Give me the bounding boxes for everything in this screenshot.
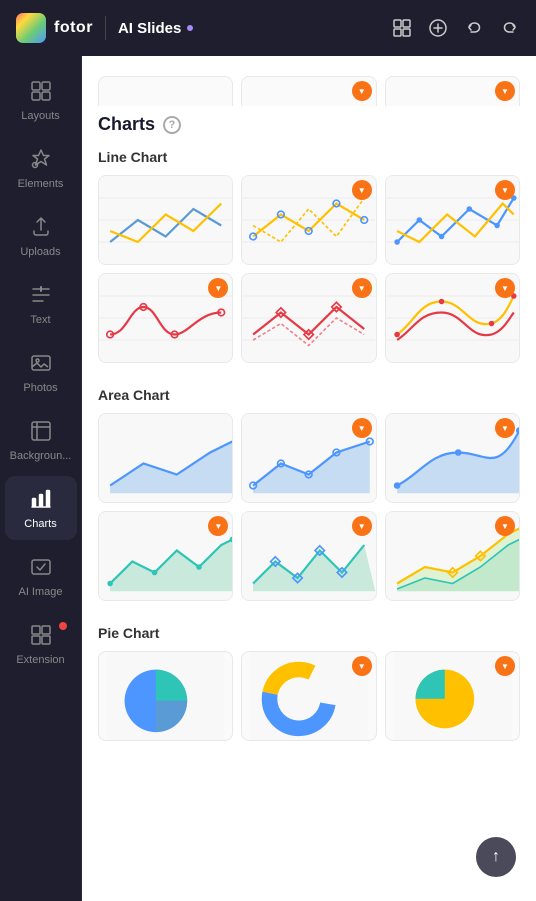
sidebar-item-elements[interactable]: Elements — [5, 136, 77, 200]
app-logo: fotor — [16, 13, 93, 43]
fotor-logo-icon — [16, 13, 46, 43]
favorite-btn-ac5[interactable] — [352, 516, 372, 536]
area-chart-section: Area Chart — [98, 387, 520, 601]
ai-image-label: AI Image — [18, 586, 62, 598]
area-chart-title: Area Chart — [98, 387, 520, 403]
topbar-actions — [392, 18, 520, 38]
chart-card-pc3[interactable] — [385, 651, 520, 741]
line-chart-row-1 — [98, 175, 520, 265]
chart-card-ac5[interactable] — [241, 511, 376, 601]
layouts-icon — [27, 77, 55, 105]
sidebar-item-layouts[interactable]: Layouts — [5, 68, 77, 132]
chart-card-lc1[interactable] — [98, 175, 233, 265]
help-icon[interactable]: ? — [163, 116, 181, 134]
divider — [105, 16, 106, 40]
content-area[interactable]: ▼ ▼ Charts ? Line Chart — [82, 56, 536, 901]
back-to-top-button[interactable]: ↑ — [476, 837, 516, 877]
charts-icon — [27, 485, 55, 513]
title-dot — [187, 25, 193, 31]
chart-card-pc1[interactable] — [98, 651, 233, 741]
favorite-btn-ac3[interactable] — [495, 418, 515, 438]
elements-label: Elements — [18, 178, 64, 190]
undo-icon[interactable] — [464, 18, 484, 38]
favorite-btn-pc3[interactable] — [495, 656, 515, 676]
charts-label: Charts — [24, 518, 56, 530]
uploads-icon — [27, 213, 55, 241]
line-chart-title: Line Chart — [98, 149, 520, 165]
chart-card-ac1[interactable] — [98, 413, 233, 503]
ai-image-icon — [27, 553, 55, 581]
app-name: fotor — [54, 19, 93, 37]
chart-card-lc2[interactable] — [241, 175, 376, 265]
sidebar-item-backgrounds[interactable]: Backgroun... — [5, 408, 77, 472]
sidebar-item-text[interactable]: Text — [5, 272, 77, 336]
chart-card-lc6[interactable] — [385, 273, 520, 363]
page-title: Charts ? — [98, 114, 520, 135]
chart-card-pc2[interactable] — [241, 651, 376, 741]
pie-chart-row-1 — [98, 651, 520, 741]
notification-dot — [59, 622, 67, 630]
topbar: fotor AI Slides — [0, 0, 536, 56]
chart-card-ac3[interactable] — [385, 413, 520, 503]
backgrounds-icon — [27, 417, 55, 445]
app-title: AI Slides — [118, 20, 193, 37]
line-chart-row-2 — [98, 273, 520, 363]
favorite-btn-lc5[interactable] — [352, 278, 372, 298]
text-label: Text — [30, 314, 50, 326]
text-icon — [27, 281, 55, 309]
chart-card-ac4[interactable] — [98, 511, 233, 601]
chart-card-ac6[interactable] — [385, 511, 520, 601]
sidebar-item-uploads[interactable]: Uploads — [5, 204, 77, 268]
pie-chart-section: Pie Chart — [98, 625, 520, 741]
chart-card-lc3[interactable] — [385, 175, 520, 265]
nav-sidebar: Layouts Elements Uploads — [0, 56, 82, 901]
sidebar-item-extension[interactable]: Extension — [5, 612, 77, 676]
backgrounds-label: Backgroun... — [10, 450, 72, 462]
favorite-btn-ac6[interactable] — [495, 516, 515, 536]
grid-icon[interactable] — [392, 18, 412, 38]
add-icon[interactable] — [428, 18, 448, 38]
sidebar-item-ai-image[interactable]: AI Image — [5, 544, 77, 608]
sidebar-item-photos[interactable]: Photos — [5, 340, 77, 404]
photos-icon — [27, 349, 55, 377]
area-chart-row-2 — [98, 511, 520, 601]
chart-card-lc4[interactable] — [98, 273, 233, 363]
area-chart-row-1 — [98, 413, 520, 503]
extension-icon — [27, 621, 55, 649]
favorite-btn-lc2[interactable] — [352, 180, 372, 200]
favorite-btn-pc2[interactable] — [352, 656, 372, 676]
chart-card-lc5[interactable] — [241, 273, 376, 363]
photos-label: Photos — [23, 382, 57, 394]
layouts-label: Layouts — [21, 110, 60, 122]
favorite-btn-ac2[interactable] — [352, 418, 372, 438]
redo-icon[interactable] — [500, 18, 520, 38]
uploads-label: Uploads — [20, 246, 60, 258]
main-layout: Layouts Elements Uploads — [0, 56, 536, 901]
favorite-btn-lc6[interactable] — [495, 278, 515, 298]
chart-card-ac2[interactable] — [241, 413, 376, 503]
favorite-btn-lc3[interactable] — [495, 180, 515, 200]
sidebar-item-charts[interactable]: Charts — [5, 476, 77, 540]
pie-chart-title: Pie Chart — [98, 625, 520, 641]
extension-label: Extension — [16, 654, 64, 666]
line-chart-section: Line Chart — [98, 149, 520, 363]
scroll-hint: ▼ ▼ — [98, 76, 520, 106]
elements-icon — [27, 145, 55, 173]
